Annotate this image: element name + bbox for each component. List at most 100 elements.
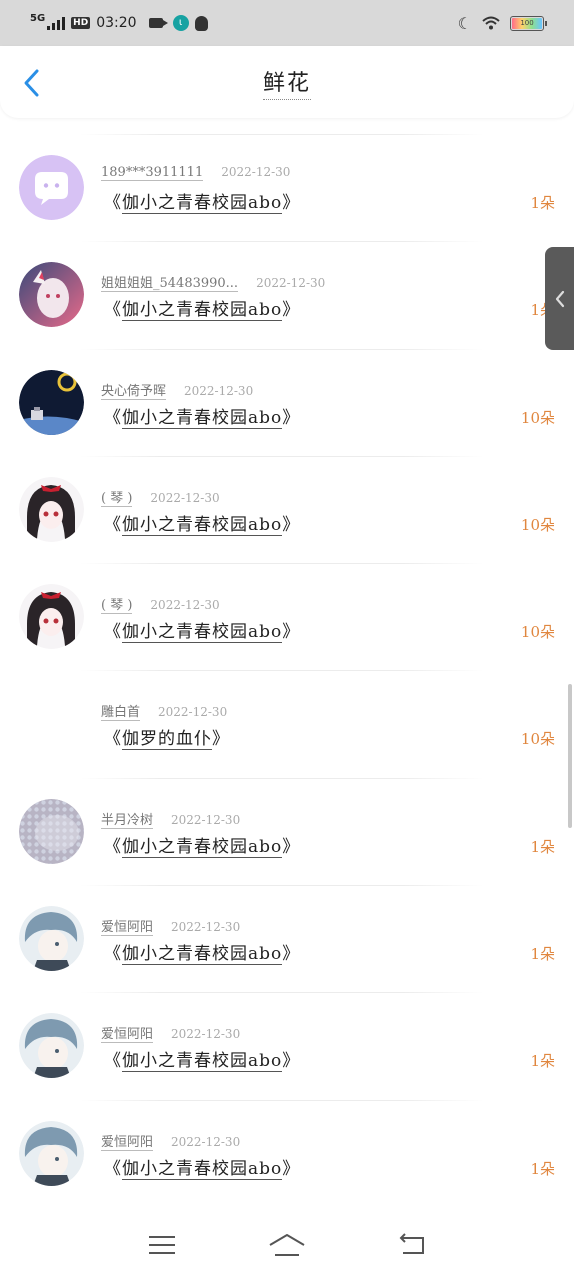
book-name[interactable]: 《伽小之青春校园abo》 [104, 295, 300, 322]
system-nav-bar [0, 1210, 574, 1280]
list-item[interactable]: ( 琴 ) 2022-12-30 《伽小之青春校园abo》 10朵 [0, 563, 574, 670]
book-title: 伽小之青春校园abo [122, 1051, 283, 1073]
row-meta: 雕白首 2022-12-30 [101, 701, 228, 722]
avatar[interactable] [19, 798, 84, 864]
user-name: 姐姐姐姐_54483990... [101, 272, 239, 293]
avatar[interactable] [19, 369, 84, 435]
book-name[interactable]: 《伽小之青春校园abo》 [104, 188, 300, 214]
flower-amount: 10朵 [520, 515, 555, 534]
back-button[interactable] [16, 68, 46, 98]
divider [80, 455, 484, 457]
list-item[interactable]: 爱恒阿阳 2022-12-30 《伽小之青春校园abo》 1朵 [0, 992, 574, 1099]
book-name[interactable]: 《伽小之青春校园abo》 [104, 403, 301, 429]
nav-menu-button[interactable] [140, 1225, 184, 1265]
gift-date: 2022-12-30 [221, 165, 291, 179]
flower-amount: 10朵 [520, 730, 555, 749]
book-open-mark: 《 [104, 622, 122, 643]
row-meta: 半月冷树 2022-12-30 [101, 809, 240, 829]
avatar[interactable] [19, 155, 84, 220]
avatar[interactable] [19, 476, 84, 542]
qq-icon [194, 15, 208, 31]
user-name: 半月冷树 [101, 809, 154, 829]
book-close-mark: 》 [282, 944, 301, 965]
network-type: 5G [30, 13, 46, 24]
user-name: 雕白首 [101, 701, 141, 722]
home-icon [269, 1234, 305, 1256]
floating-side-tab[interactable] [545, 247, 574, 350]
scrollbar[interactable] [568, 684, 572, 828]
list-item[interactable]: 爱恒阿阳 2022-12-30 《伽小之青春校园abo》 1朵 [0, 1099, 574, 1207]
book-close-mark: 》 [212, 729, 230, 750]
gift-date: 2022-12-30 [150, 490, 220, 505]
gift-date: 2022-12-30 [184, 383, 254, 398]
book-open-mark: 《 [104, 729, 122, 750]
book-open-mark: 《 [104, 1051, 122, 1072]
avatar[interactable] [19, 262, 84, 328]
row-meta: 189***3911111 2022-12-30 [101, 165, 290, 181]
gift-date: 2022-12-30 [171, 920, 241, 935]
row-meta: 爱恒阿阳 2022-12-30 [101, 1131, 240, 1151]
book-open-mark: 《 [104, 407, 122, 428]
nav-home-button[interactable] [265, 1225, 309, 1265]
divider [80, 241, 484, 243]
nav-back-button[interactable] [390, 1225, 434, 1265]
list-item[interactable]: 189***3911111 2022-12-30 《伽小之青春校园abo》 1朵 [0, 134, 574, 241]
book-open-mark: 《 [104, 514, 122, 535]
book-title: 伽小之青春校园abo [122, 300, 283, 322]
divider [80, 348, 484, 350]
book-close-mark: 》 [282, 1051, 301, 1072]
row-meta: ( 琴 ) 2022-12-30 [101, 594, 220, 615]
divider [80, 1099, 484, 1101]
chevron-left-icon [24, 69, 39, 97]
wifi-icon [482, 16, 500, 30]
flower-amount: 1朵 [530, 194, 555, 212]
user-name: 爱恒阿阳 [101, 1131, 154, 1151]
book-name[interactable]: 《伽小之青春校园abo》 [104, 939, 301, 966]
user-name: 爱恒阿阳 [101, 1023, 154, 1044]
flower-amount: 10朵 [520, 623, 555, 642]
book-name[interactable]: 《伽小之青春校园abo》 [104, 617, 300, 644]
avatar[interactable] [19, 906, 84, 972]
status-left: 5G HD 03:20 ι [30, 13, 208, 31]
book-title: 伽小之青春校园abo [122, 944, 283, 966]
battery-level: 100 [512, 17, 542, 29]
row-meta: 爱恒阿阳 2022-12-30 [101, 916, 241, 937]
divider [80, 885, 484, 887]
header-bar: 鲜花 [0, 46, 574, 118]
avatar[interactable] [19, 691, 84, 757]
list-item[interactable]: 姐姐姐姐_54483990... 2022-12-30 《伽小之青春校园abo》… [0, 241, 574, 348]
app-notification-icon: ι [172, 15, 189, 31]
book-name[interactable]: 《伽小之青春校园abo》 [104, 510, 301, 536]
status-bar: 5G HD 03:20 ι ☾ 100 [0, 0, 574, 46]
book-title: 伽小之青春校园abo [122, 836, 283, 858]
list-item[interactable]: 半月冷树 2022-12-30 《伽小之青春校园abo》 1朵 [0, 777, 574, 885]
book-name[interactable]: 《伽小之青春校园abo》 [104, 832, 300, 858]
book-title: 伽小之青春校园abo [122, 622, 283, 644]
moon-icon: ☾ [457, 13, 472, 33]
gift-date: 2022-12-30 [158, 705, 228, 720]
avatar[interactable] [19, 584, 84, 650]
book-name[interactable]: 《伽小之青春校园abo》 [104, 1046, 301, 1073]
list-item[interactable]: 雕白首 2022-12-30 《伽罗的血仆》 10朵 [0, 670, 574, 777]
book-name[interactable]: 《伽罗的血仆》 [104, 724, 230, 751]
divider [80, 134, 484, 135]
user-name: 央心倚予晖 [101, 380, 167, 400]
book-title: 伽小之青春校园abo [122, 193, 283, 214]
chevron-left-icon [555, 290, 564, 307]
row-meta: 央心倚予晖 2022-12-30 [101, 380, 253, 400]
book-close-mark: 》 [282, 407, 301, 428]
list-item[interactable]: ( 琴 ) 2022-12-30 《伽小之青春校园abo》 10朵 [0, 455, 574, 563]
avatar[interactable] [19, 1120, 84, 1186]
user-name: ( 琴 ) [101, 487, 133, 507]
user-name: ( 琴 ) [101, 594, 133, 615]
list-item[interactable]: 爱恒阿阳 2022-12-30 《伽小之青春校园abo》 1朵 [0, 885, 574, 992]
avatar[interactable] [19, 1013, 84, 1079]
book-close-mark: 》 [282, 514, 301, 535]
divider [80, 992, 484, 994]
back-arrow-icon [399, 1233, 424, 1254]
flower-amount: 1朵 [530, 1052, 555, 1071]
signal-icon [47, 16, 66, 30]
book-open-mark: 《 [104, 1158, 122, 1179]
list-item[interactable]: 央心倚予晖 2022-12-30 《伽小之青春校园abo》 10朵 [0, 348, 574, 456]
book-name[interactable]: 《伽小之青春校园abo》 [104, 1154, 300, 1180]
